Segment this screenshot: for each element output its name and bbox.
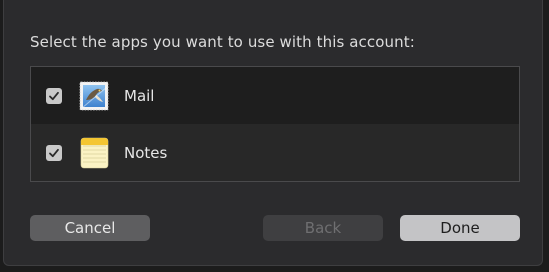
app-list: Mail Notes (30, 66, 520, 182)
checkmark-icon (49, 91, 59, 100)
list-item-notes[interactable]: Notes (31, 124, 519, 181)
notes-icon (80, 137, 109, 168)
notes-checkbox[interactable] (46, 144, 62, 161)
list-item-mail[interactable]: Mail (31, 67, 519, 124)
account-apps-dialog: Select the apps you want to use with thi… (3, 0, 543, 266)
back-button[interactable]: Back (263, 215, 383, 241)
checkmark-icon (49, 148, 59, 157)
mail-checkbox[interactable] (46, 87, 62, 104)
done-button[interactable]: Done (400, 215, 520, 241)
cancel-button[interactable]: Cancel (30, 215, 150, 241)
dialog-prompt: Select the apps you want to use with thi… (30, 33, 415, 51)
app-name-mail: Mail (124, 86, 155, 105)
app-name-notes: Notes (124, 143, 168, 162)
mail-icon (79, 81, 109, 110)
